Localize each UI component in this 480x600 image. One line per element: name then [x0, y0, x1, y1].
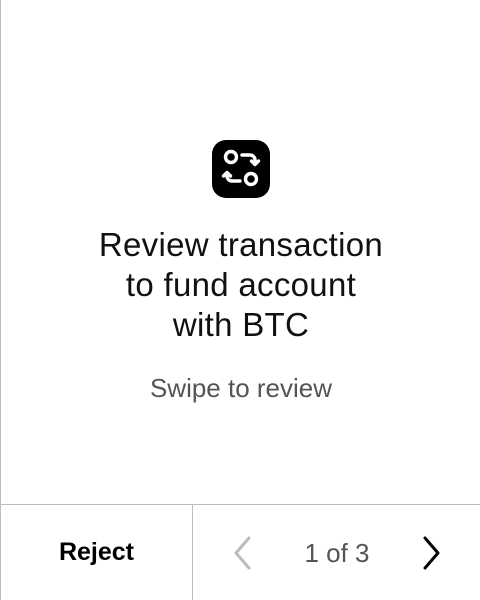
pager: 1 of 3 [193, 505, 480, 600]
swipe-hint: Swipe to review [149, 373, 333, 403]
chevron-right-icon [423, 536, 440, 570]
review-screen: Review transaction to fund account with … [0, 0, 480, 600]
chevron-left-icon [234, 536, 251, 570]
review-title: Review transaction to fund account with … [41, 225, 441, 345]
title-line-3: with BTC [172, 306, 310, 343]
reject-button[interactable]: Reject [1, 505, 193, 600]
title-line-1: Review transaction [98, 226, 384, 263]
page-indicator: 1 of 3 [304, 538, 370, 568]
review-content[interactable]: Review transaction to fund account with … [1, 0, 480, 504]
next-page-button[interactable] [411, 533, 451, 573]
swap-arrows-icon [212, 140, 270, 198]
title-line-2: to fund account [125, 266, 357, 303]
previous-page-button[interactable] [223, 533, 263, 573]
footer-bar: Reject 1 of 3 [1, 504, 480, 600]
